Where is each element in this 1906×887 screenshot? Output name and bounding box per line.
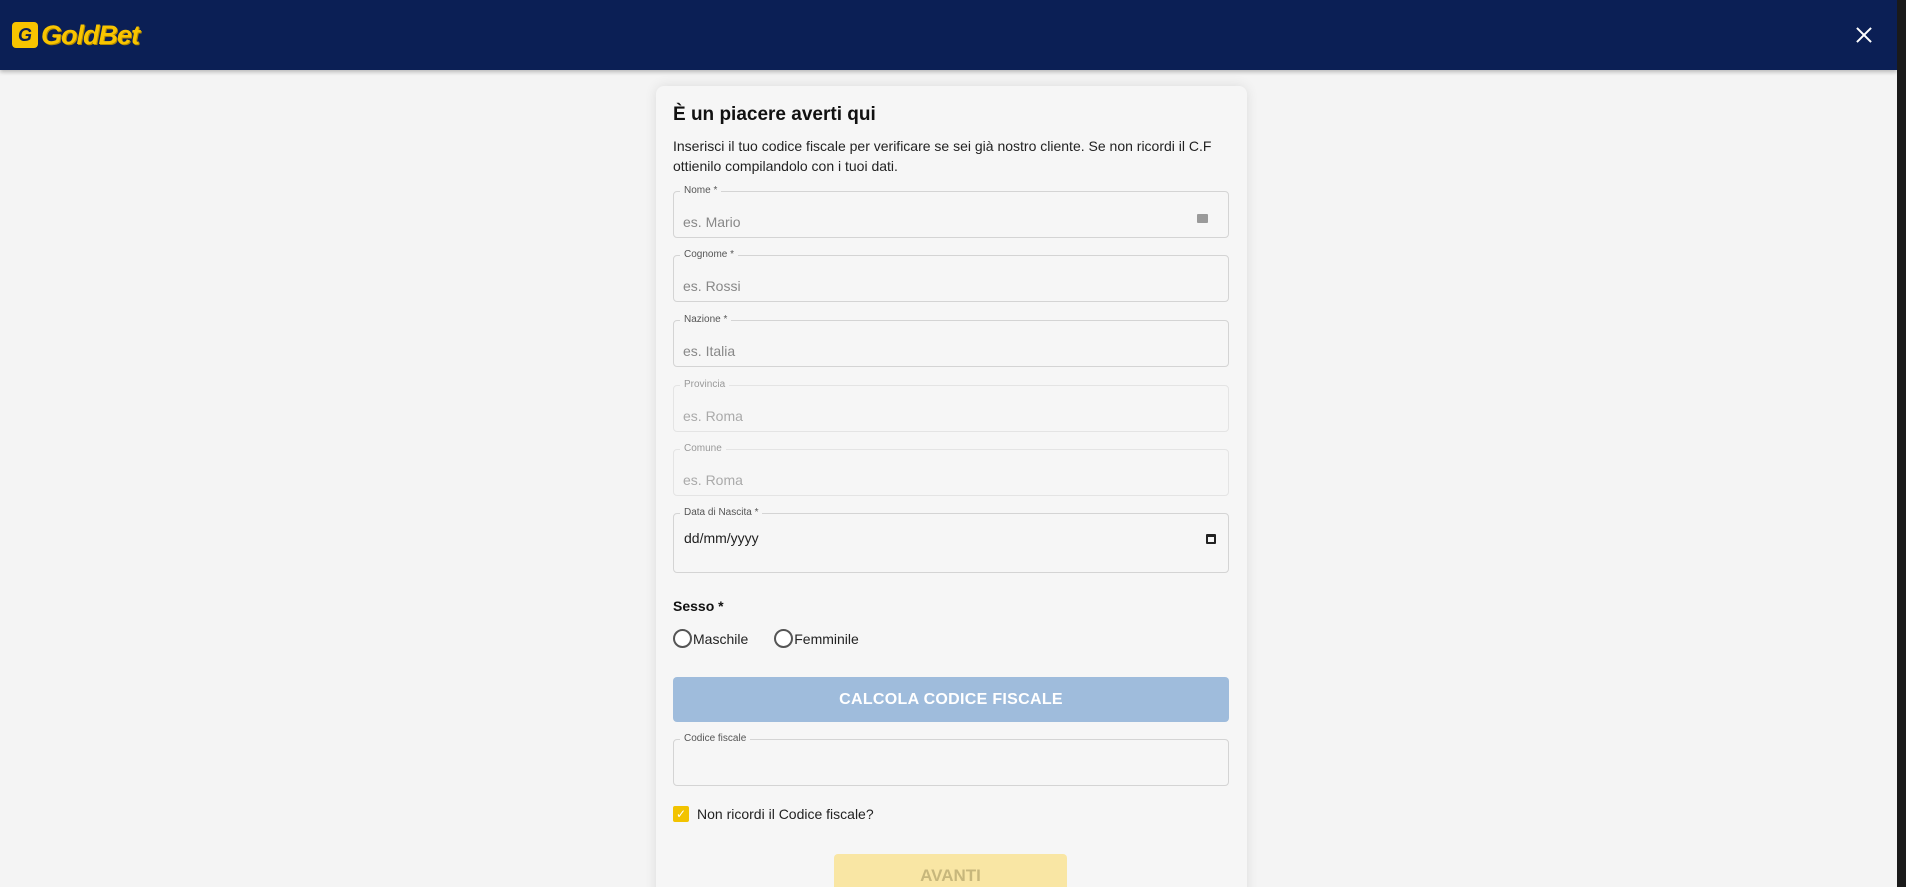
provincia-field: Provincia bbox=[673, 378, 1229, 432]
radio-label-femminile: Femminile bbox=[794, 630, 859, 647]
calendar-icon[interactable] bbox=[1206, 534, 1216, 544]
cognome-input[interactable] bbox=[674, 256, 1228, 301]
cognome-field[interactable]: Cognome * bbox=[673, 248, 1229, 302]
nome-field[interactable]: Nome * bbox=[673, 184, 1229, 238]
data-nascita-label: Data di Nascita * bbox=[680, 506, 763, 520]
provincia-input bbox=[674, 386, 1228, 431]
logo-mark-icon: G bbox=[12, 22, 38, 48]
radio-circle[interactable] bbox=[774, 629, 794, 648]
data-nascita-field[interactable]: Data di Nascita * dd/mm/yyyy bbox=[673, 506, 1229, 573]
sesso-radio-group: Maschile Femminile bbox=[673, 629, 885, 648]
calcola-codice-fiscale-button[interactable]: CALCOLA CODICE FISCALE bbox=[673, 677, 1229, 722]
sesso-label: Sesso * bbox=[673, 598, 724, 614]
nome-input[interactable] bbox=[674, 192, 1228, 237]
nazione-input[interactable] bbox=[674, 321, 1228, 366]
forgot-cf-label[interactable]: Non ricordi il Codice fiscale? bbox=[697, 806, 874, 822]
codice-fiscale-field[interactable]: Codice fiscale bbox=[673, 732, 1229, 786]
goldbet-logo[interactable]: G GoldBet bbox=[12, 0, 140, 70]
registration-card: È un piacere averti qui Inserisci il tuo… bbox=[656, 86, 1247, 887]
form-description: Inserisci il tuo codice fiscale per veri… bbox=[673, 138, 1212, 174]
comune-input bbox=[674, 450, 1228, 495]
scrollbar[interactable] bbox=[1897, 0, 1906, 887]
checkbox-checked-icon[interactable]: ✓ bbox=[673, 806, 689, 822]
close-icon[interactable] bbox=[1851, 22, 1877, 48]
codice-fiscale-input[interactable] bbox=[674, 740, 1228, 785]
radio-maschile[interactable]: Maschile bbox=[673, 629, 748, 648]
comune-field: Comune bbox=[673, 442, 1229, 496]
top-bar: G GoldBet bbox=[0, 0, 1897, 70]
avanti-button[interactable]: AVANTI bbox=[834, 854, 1067, 887]
radio-femminile[interactable]: Femminile bbox=[774, 629, 859, 648]
forgot-cf-row[interactable]: ✓ Non ricordi il Codice fiscale? bbox=[673, 806, 874, 822]
autofill-card-icon[interactable] bbox=[1197, 214, 1208, 223]
logo-text: GoldBet bbox=[41, 19, 140, 50]
nazione-field[interactable]: Nazione * bbox=[673, 313, 1229, 367]
date-input[interactable]: dd/mm/yyyy bbox=[684, 530, 759, 546]
radio-circle[interactable] bbox=[673, 629, 692, 648]
radio-label-maschile: Maschile bbox=[693, 630, 749, 647]
page-title: È un piacere averti qui bbox=[673, 104, 876, 125]
